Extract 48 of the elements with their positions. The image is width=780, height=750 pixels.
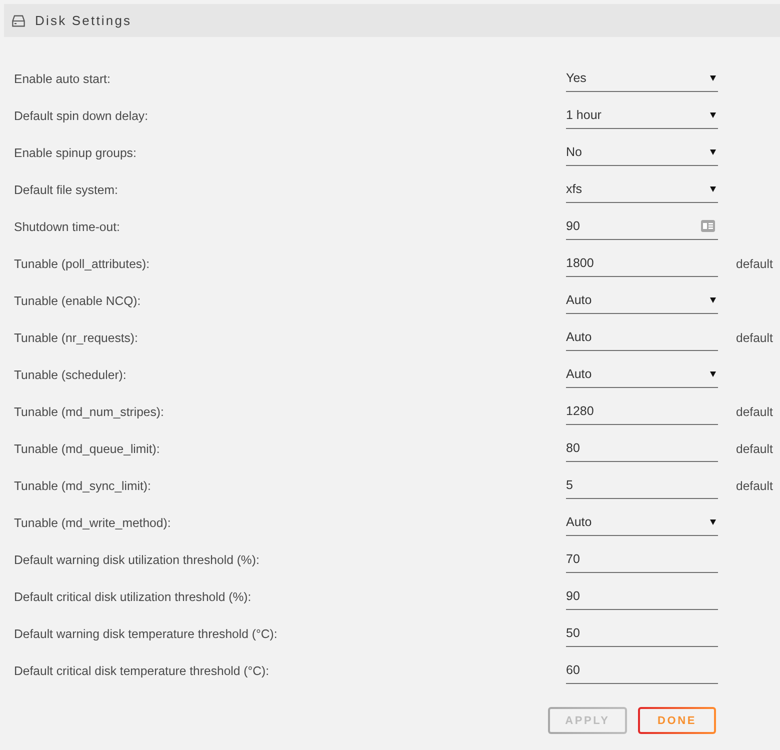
dropdown[interactable]: Yes — [566, 65, 718, 92]
setting-label: Default warning disk temperature threshold (°C): — [14, 626, 278, 640]
dropdown[interactable]: Auto — [566, 287, 718, 314]
caret-icon — [710, 519, 716, 525]
setting-label: Default critical disk utilization threshold (%): — [14, 590, 252, 604]
panel-title: Disk Settings — [35, 13, 132, 28]
input-field[interactable]: 1280 — [566, 398, 718, 425]
id-card-icon[interactable] — [701, 220, 715, 232]
default-note: default — [736, 330, 773, 344]
setting-label: Tunable (scheduler): — [14, 368, 126, 382]
default-note: default — [736, 478, 773, 492]
dropdown[interactable]: 1 hour — [566, 102, 718, 129]
hard-drive-icon — [12, 14, 25, 26]
input-field[interactable]: 90 — [566, 583, 718, 610]
setting-label: Tunable (poll_attributes): — [14, 256, 150, 270]
caret-icon — [710, 112, 716, 118]
setting-label: Tunable (enable NCQ): — [14, 294, 141, 308]
caret-icon — [710, 149, 716, 155]
setting-label: Enable auto start: — [14, 72, 110, 86]
caret-icon — [710, 371, 716, 377]
setting-label: Tunable (md_write_method): — [14, 516, 171, 530]
setting-label: Default critical disk temperature threshold (°C): — [14, 664, 270, 678]
dropdown[interactable]: Auto — [566, 361, 718, 388]
input-field[interactable]: 50 — [566, 620, 718, 647]
dropdown[interactable]: xfs — [566, 176, 718, 203]
default-note: default — [736, 404, 773, 418]
default-note: default — [736, 442, 773, 456]
setting-label: Tunable (md_num_stripes): — [14, 404, 164, 418]
input-field[interactable]: Auto — [566, 324, 718, 351]
caret-icon — [710, 186, 716, 192]
setting-label: Tunable (md_sync_limit): — [14, 478, 151, 492]
input-field[interactable]: 1800 — [566, 250, 718, 277]
setting-label: Tunable (nr_requests): — [14, 330, 138, 344]
setting-label: Default file system: — [14, 182, 118, 196]
caret-icon — [710, 75, 716, 81]
setting-label: Default warning disk utilization threshold (%): — [14, 552, 260, 566]
input-field[interactable]: 80 — [566, 435, 718, 462]
dropdown[interactable]: No — [566, 139, 718, 166]
input-field[interactable]: 70 — [566, 546, 718, 573]
setting-label: Tunable (md_queue_limit): — [14, 442, 160, 456]
setting-label: Default spin down delay: — [14, 108, 148, 122]
input-field[interactable]: 5 — [566, 472, 718, 499]
dropdown[interactable]: Auto — [566, 509, 718, 536]
default-note: default — [736, 256, 773, 270]
input-field[interactable]: 60 — [566, 657, 718, 684]
setting-label: Shutdown time-out: — [14, 220, 120, 234]
caret-icon — [710, 297, 716, 303]
setting-label: Enable spinup groups: — [14, 146, 136, 160]
